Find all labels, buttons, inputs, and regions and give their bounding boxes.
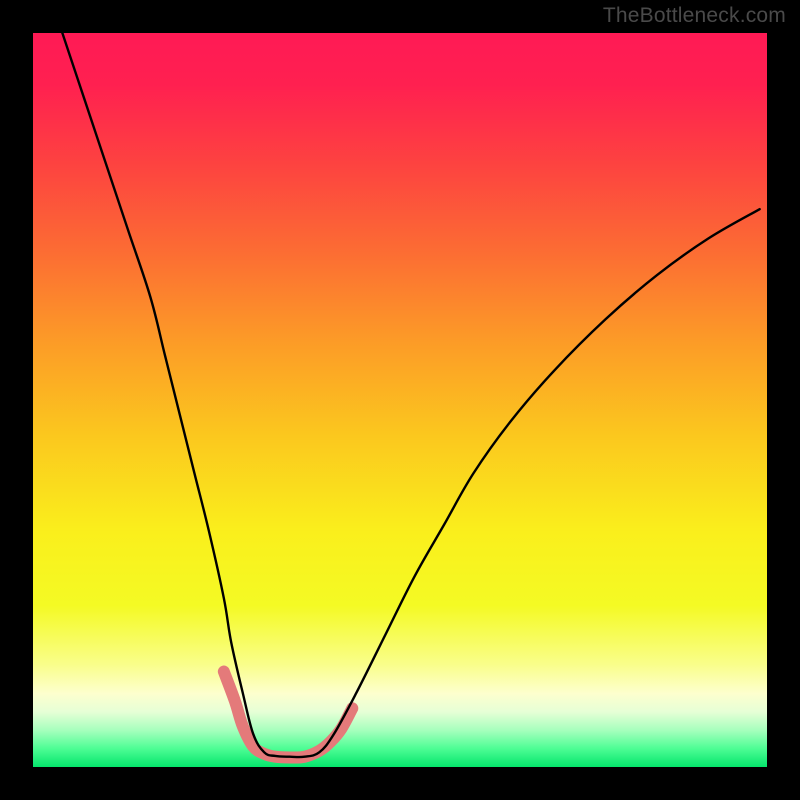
bottleneck-chart (0, 0, 800, 800)
chart-frame: TheBottleneck.com (0, 0, 800, 800)
watermark-text: TheBottleneck.com (603, 4, 786, 28)
plot-background (33, 33, 767, 767)
